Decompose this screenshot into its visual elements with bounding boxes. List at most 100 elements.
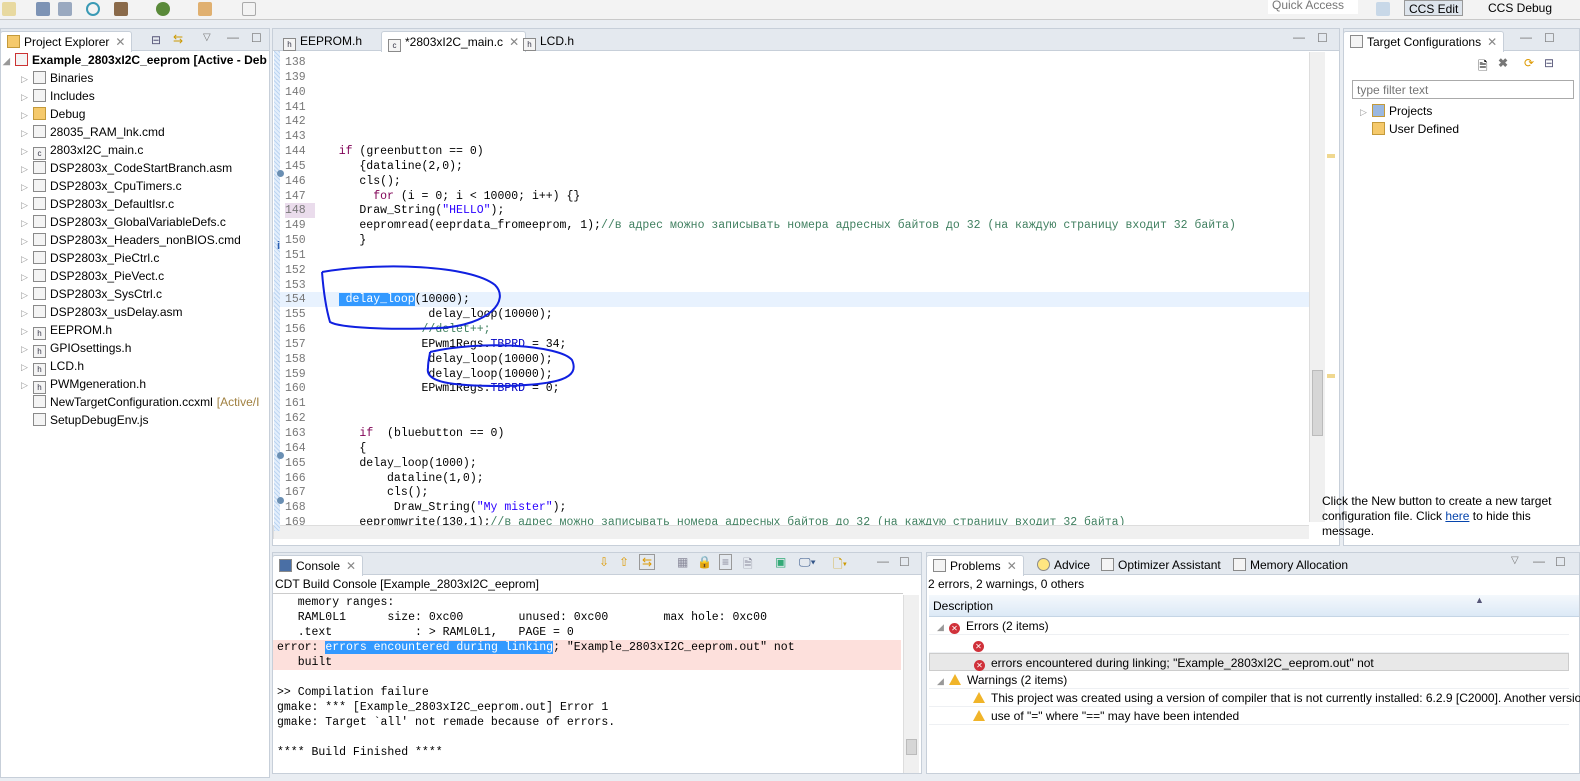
problem-row[interactable]: ✕ <box>929 635 1569 653</box>
word-wrap-icon[interactable]: ≡ <box>719 554 733 570</box>
console-line: memory ranges: <box>273 595 901 610</box>
new-console-icon[interactable]: 🗋▾ <box>833 555 847 576</box>
breakpoint-icon[interactable] <box>277 496 284 504</box>
console-line: error: errors encountered during linking… <box>273 640 901 655</box>
problems-summary: 2 errors, 2 warnings, 0 others <box>928 577 1085 591</box>
console-text: **** Build Finished **** <box>277 746 443 759</box>
scroll-down-icon[interactable]: ⇩ <box>599 555 609 569</box>
sort-ascending-icon: ▲ <box>1475 595 1484 605</box>
close-icon[interactable]: ✕ <box>1487 35 1497 49</box>
collapse-all-icon[interactable]: ⊟ <box>1544 56 1554 70</box>
group-label: Errors (2 items) <box>966 619 1049 633</box>
console-text: built <box>277 656 333 669</box>
new-target-config-icon[interactable]: 🗎 <box>1478 57 1488 78</box>
minimize-icon[interactable]: — <box>1533 554 1545 568</box>
maximize-icon[interactable]: ☐ <box>1544 31 1555 45</box>
tab-memory-allocation[interactable]: Memory Allocation <box>1227 555 1354 576</box>
breakpoint-icon[interactable] <box>277 452 284 459</box>
target-config-icon <box>1350 35 1363 48</box>
tab-label: Problems <box>950 559 1001 573</box>
warnings-group[interactable]: ◢ Warnings (2 items) <box>929 671 1569 689</box>
console-text: gmake: *** [Example_2803xI2C_eeprom.out]… <box>277 701 609 714</box>
tab-console[interactable]: Console ✕ <box>272 555 364 576</box>
console-line: gmake: Target `all' not remade because o… <box>273 715 901 730</box>
close-icon[interactable]: ✕ <box>1007 559 1017 573</box>
console-text: RAML0L1 size: 0xc00 unused: 0xc00 max ho… <box>277 611 767 624</box>
minimize-icon[interactable]: — <box>877 554 889 568</box>
tab-label: Memory Allocation <box>1250 558 1349 572</box>
error-icon: ✕ <box>974 660 985 671</box>
refresh-icon[interactable]: ⟳ <box>1524 56 1534 70</box>
console-text: >> Compilation failure <box>277 686 429 699</box>
console-scrollbar[interactable] <box>903 595 919 773</box>
console-text: .text : > RAML0L1, PAGE = 0 <box>277 626 574 639</box>
pin-icon[interactable]: 🔒 <box>697 555 712 569</box>
column-label: Description <box>933 599 994 613</box>
console-line: .text : > RAML0L1, PAGE = 0 <box>273 625 901 640</box>
errors-group[interactable]: ◢ ✕ Errors (2 items) <box>929 617 1569 635</box>
warning-icon <box>949 674 961 685</box>
problem-row[interactable]: use of "=" where "==" may have been inte… <box>929 707 1569 725</box>
hide-message-link[interactable]: here <box>1445 509 1469 523</box>
console-text: memory ranges: <box>277 596 395 609</box>
folder-icon <box>1372 104 1385 117</box>
lightbulb-icon <box>1037 558 1050 571</box>
clear-console-icon[interactable]: 🗎 <box>743 555 753 576</box>
tree-node-projects[interactable]: ▷ Projects <box>1360 104 1432 122</box>
tab-advice[interactable]: Advice <box>1031 555 1096 576</box>
tab-problems[interactable]: Problems ✕ <box>926 555 1024 576</box>
console-line: gmake: *** [Example_2803xI2C_eeprom.out]… <box>273 700 901 715</box>
console-output[interactable]: memory ranges: RAML0L1 size: 0xc00 unuse… <box>273 593 903 773</box>
info-marker-icon: i <box>277 240 281 253</box>
error-icon: ✕ <box>949 623 960 634</box>
folder-icon <box>1372 122 1385 135</box>
scrollbar-thumb[interactable] <box>906 739 917 755</box>
console-line: >> Compilation failure <box>273 685 901 700</box>
copy-icon[interactable]: ▦ <box>677 555 688 569</box>
annotation-circle-1 <box>321 265 501 330</box>
display-console-icon[interactable]: 🖵▾ <box>799 555 816 570</box>
scroll-lock-icon[interactable]: ⇆ <box>639 554 656 570</box>
problem-description: This project was created using a version… <box>991 691 1580 705</box>
problem-description: errors encountered during linking; "Exam… <box>991 656 1374 670</box>
tab-label: Console <box>296 559 341 573</box>
node-label: Projects <box>1389 104 1433 118</box>
problem-row[interactable]: This project was created using a version… <box>929 689 1580 707</box>
open-console-icon[interactable]: ▣ <box>775 555 786 569</box>
warning-icon <box>973 710 985 721</box>
console-text: errors encountered during linking <box>325 641 554 654</box>
error-icon: ✕ <box>973 641 984 652</box>
filter-input[interactable] <box>1352 80 1574 99</box>
console-icon <box>279 559 292 572</box>
tab-target-configurations[interactable]: Target Configurations ✕ <box>1343 31 1505 52</box>
breakpoint-icon[interactable] <box>277 170 284 178</box>
console-line: RAML0L1 size: 0xc00 unused: 0xc00 max ho… <box>273 610 901 625</box>
memory-allocation-icon <box>1233 558 1246 571</box>
delete-icon[interactable]: ✖ <box>1498 56 1508 70</box>
optimizer-icon <box>1101 558 1114 571</box>
console-panel: Console ✕ ⇩ ⇧ ⇆ ▦ 🔒 ≡ 🗎 ▣ 🖵▾ 🗋▾ — ☐ CDT B… <box>272 552 922 774</box>
target-configurations-panel: Target Configurations ✕ — ☐ 🗎 ✖ ⟳ ⊟ ▷Proj… <box>1322 28 1580 546</box>
scroll-up-icon[interactable]: ⇧ <box>619 555 629 569</box>
problem-row-selected[interactable]: ✕ errors encountered during linking; "Exa… <box>929 653 1569 671</box>
console-line: **** Build Finished **** <box>273 745 901 760</box>
column-header-description[interactable]: Description ▲ <box>929 595 1579 617</box>
maximize-icon[interactable]: ☐ <box>899 555 910 569</box>
console-text: error: <box>277 641 326 654</box>
console-text: ; "Example_2803xI2C_eeprom.out" not <box>553 641 795 654</box>
tab-label: Optimizer Assistant <box>1118 558 1221 572</box>
node-label: User Defined <box>1389 122 1460 136</box>
console-subtitle: CDT Build Console [Example_2803xI2C_eepr… <box>275 577 539 591</box>
tree-node-user-defined[interactable]: User Defined <box>1372 122 1459 140</box>
maximize-icon[interactable]: ☐ <box>1555 555 1566 569</box>
annotation-circle-2 <box>426 344 575 388</box>
problem-description: use of "=" where "==" may have been inte… <box>991 709 1240 723</box>
view-menu-icon[interactable]: ▽ <box>1511 555 1519 566</box>
tab-optimizer-assistant[interactable]: Optimizer Assistant <box>1095 555 1227 576</box>
tab-label: Advice <box>1054 558 1091 572</box>
help-message: Click the New button to create a new tar… <box>1322 494 1580 539</box>
minimize-icon[interactable]: — <box>1520 30 1532 44</box>
close-icon[interactable]: ✕ <box>346 559 356 573</box>
